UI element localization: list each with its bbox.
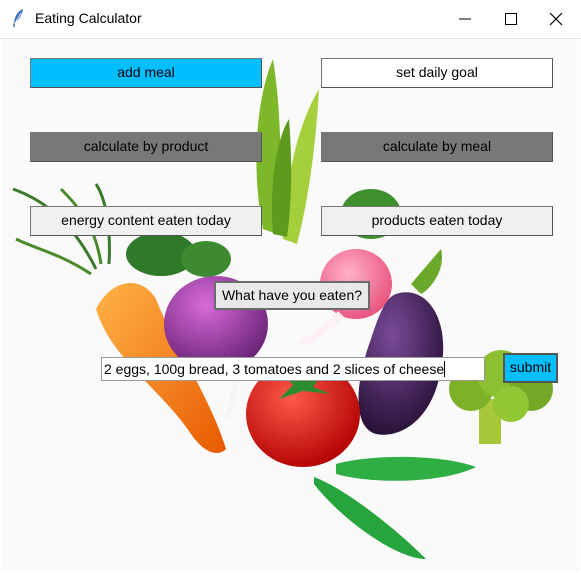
energy-content-eaten-today-button[interactable]: energy content eaten today xyxy=(30,206,262,236)
meal-input[interactable]: 2 eggs, 100g bread, 3 tomatoes and 2 sli… xyxy=(101,357,485,381)
add-meal-button[interactable]: add meal xyxy=(30,58,262,88)
maximize-button[interactable] xyxy=(488,0,534,38)
what-have-you-eaten-label: What have you eaten? xyxy=(214,281,370,310)
close-button[interactable] xyxy=(533,0,579,38)
calculate-by-product-button[interactable]: calculate by product xyxy=(30,132,262,162)
main-window: add meal set daily goal calculate by pro… xyxy=(1,39,580,572)
window-title: Eating Calculator xyxy=(35,10,142,26)
meal-input-value: 2 eggs, 100g bread, 3 tomatoes and 2 sli… xyxy=(104,361,445,377)
feather-icon xyxy=(13,9,23,27)
maximize-icon xyxy=(505,13,517,25)
title-bar[interactable]: Eating Calculator xyxy=(0,0,581,39)
minimize-button[interactable] xyxy=(442,0,488,38)
close-icon xyxy=(549,12,563,26)
text-caret xyxy=(444,361,446,377)
products-eaten-today-button[interactable]: products eaten today xyxy=(321,206,553,236)
submit-button[interactable]: submit xyxy=(503,353,558,383)
set-daily-goal-button[interactable]: set daily goal xyxy=(321,58,553,88)
calculate-by-meal-button[interactable]: calculate by meal xyxy=(321,132,553,162)
minimize-icon xyxy=(459,18,471,20)
